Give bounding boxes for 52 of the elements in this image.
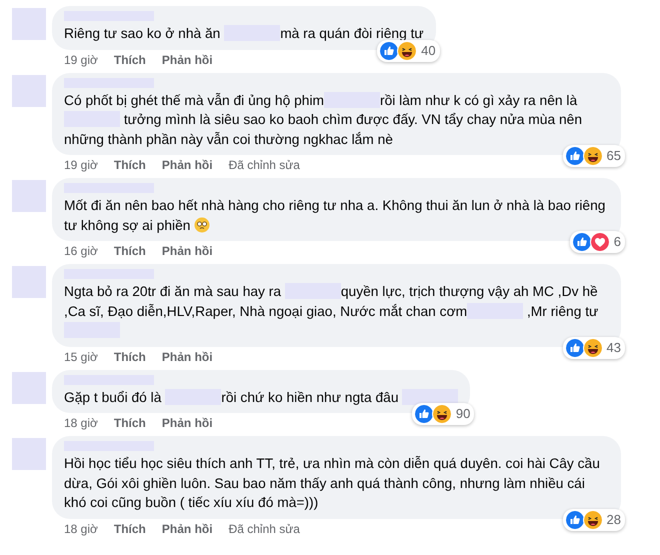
like-link[interactable]: Thích [114, 52, 146, 66]
like-reaction-icon [414, 404, 434, 424]
laughing-face-icon [582, 510, 603, 530]
redacted-block [402, 388, 458, 404]
avatar-placeholder [12, 438, 46, 470]
reaction-summary[interactable]: 6 [570, 231, 625, 253]
edited-label: Đã chỉnh sửa [228, 158, 300, 172]
reaction-summary[interactable]: 28 [562, 508, 625, 530]
like-reaction-icon [379, 40, 400, 60]
reply-link[interactable]: Phản hồi [162, 52, 213, 66]
reaction-count: 40 [421, 42, 436, 60]
reaction-count: 90 [456, 405, 470, 424]
reaction-count: 65 [606, 147, 621, 166]
laughing-face-icon [397, 40, 418, 60]
heart-reaction-icon [590, 232, 610, 252]
like-link[interactable]: Thích [114, 522, 146, 536]
reaction-summary[interactable]: 65 [562, 145, 625, 167]
comment-time: 16 giờ [64, 244, 98, 258]
comment-time: 19 giờ [64, 52, 98, 66]
like-link[interactable]: Thích [114, 244, 146, 258]
like-reaction-icon [572, 232, 592, 252]
reply-link[interactable]: Phản hồi [162, 244, 213, 258]
comment-time: 19 giờ [64, 158, 98, 172]
reaction-summary[interactable]: 43 [562, 336, 625, 358]
reaction-summary[interactable]: 40 [377, 40, 440, 62]
edited-label: Đã chỉnh sửa [228, 522, 300, 536]
laughing-face-icon [582, 146, 603, 166]
reply-link[interactable]: Phản hồi [162, 416, 213, 430]
like-reaction-icon [564, 510, 585, 530]
reaction-count: 6 [614, 233, 621, 252]
comment-time: 15 giờ [64, 350, 98, 364]
like-link[interactable]: Thích [114, 158, 146, 172]
face-icon [194, 216, 210, 232]
avatar-placeholder [12, 8, 46, 40]
like-reaction-icon [564, 338, 585, 358]
comment-time: 18 giờ [64, 522, 98, 536]
avatar-placeholder [12, 180, 46, 212]
like-reaction-icon [564, 146, 585, 166]
reaction-summary[interactable]: 90 [412, 403, 474, 425]
like-link[interactable]: Thích [114, 416, 146, 430]
like-link[interactable]: Thích [114, 350, 146, 364]
avatar-placeholder [12, 74, 46, 106]
reply-link[interactable]: Phản hồi [162, 522, 213, 536]
avatar-placeholder [12, 266, 46, 298]
reply-link[interactable]: Phản hồi [162, 350, 213, 364]
avatar-placeholder [12, 372, 46, 404]
comment-time: 18 giờ [64, 416, 98, 430]
reply-link[interactable]: Phản hồi [162, 158, 213, 172]
laughing-face-icon [432, 404, 452, 424]
laughing-face-icon [582, 338, 603, 358]
reaction-count: 28 [606, 510, 621, 529]
reaction-count: 43 [606, 338, 621, 357]
